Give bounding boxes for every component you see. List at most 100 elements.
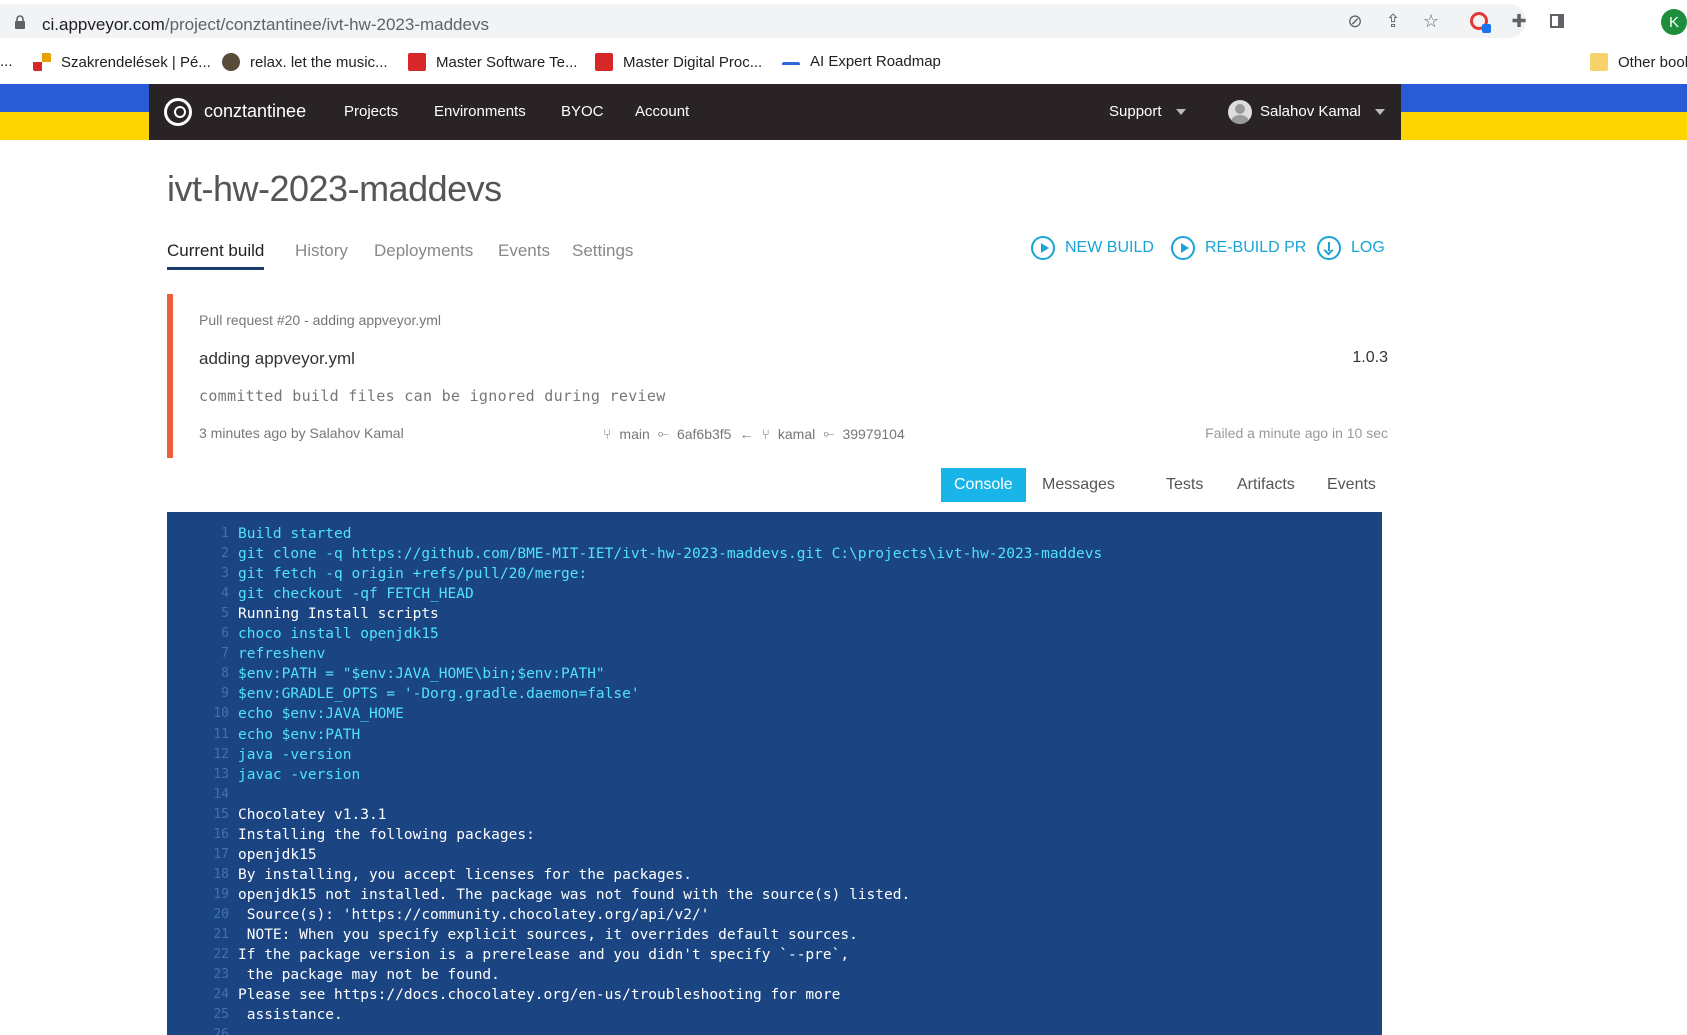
- bookmark-item[interactable]: AI Expert Roadmap: [782, 53, 941, 70]
- console-line: 26: [167, 1027, 1382, 1035]
- line-number[interactable]: 1: [167, 526, 229, 541]
- line-number[interactable]: 17: [167, 847, 229, 862]
- tab-artifacts[interactable]: Artifacts: [1224, 468, 1308, 502]
- line-number[interactable]: 16: [167, 827, 229, 842]
- play-circle-icon: [1171, 236, 1195, 260]
- base-commit[interactable]: 6af6b3f5: [677, 426, 732, 442]
- line-number[interactable]: 3: [167, 566, 229, 581]
- line-number[interactable]: 5: [167, 606, 229, 621]
- line-number[interactable]: 13: [167, 767, 229, 782]
- tab-deployments[interactable]: Deployments: [374, 241, 473, 261]
- other-bookmarks[interactable]: Other book: [1590, 53, 1687, 71]
- bookmark-item[interactable]: Master Digital Proc...: [595, 53, 762, 71]
- console-line: 7 refreshenv: [167, 646, 1382, 666]
- commit-description: committed build files can be ignored dur…: [199, 387, 666, 405]
- tab-messages[interactable]: Messages: [1029, 468, 1128, 502]
- sidepanel-icon[interactable]: [1546, 10, 1568, 32]
- line-number[interactable]: 6: [167, 626, 229, 641]
- line-number[interactable]: 8: [167, 666, 229, 681]
- line-text: Please see https://docs.chocolatey.org/e…: [238, 987, 841, 1004]
- line-number[interactable]: 9: [167, 686, 229, 701]
- arrow-left-icon: ←: [739, 425, 754, 442]
- eye-slash-icon[interactable]: ⊘: [1344, 10, 1366, 32]
- base-branch[interactable]: main: [619, 426, 649, 442]
- download-icon: [1317, 236, 1341, 260]
- folder-icon: [1590, 53, 1608, 71]
- new-build-button[interactable]: NEW BUILD: [1031, 236, 1154, 260]
- user-menu[interactable]: Salahov Kamal: [1260, 103, 1385, 120]
- tab-current-build[interactable]: Current build: [167, 241, 265, 270]
- user-avatar[interactable]: [1228, 100, 1252, 124]
- line-text: git clone -q https://github.com/BME-MIT-…: [238, 546, 1103, 563]
- line-text: $env:GRADLE_OPTS = '-Dorg.gradle.daemon=…: [238, 686, 640, 703]
- build-version: 1.0.3: [1352, 349, 1388, 366]
- star-icon[interactable]: ☆: [1420, 10, 1442, 32]
- line-number[interactable]: 21: [167, 927, 229, 942]
- appveyor-logo-icon[interactable]: [164, 98, 192, 126]
- console-line: 10 echo $env:JAVA_HOME: [167, 706, 1382, 726]
- console-line: 8 $env:PATH = "$env:JAVA_HOME\bin;$env:PA…: [167, 666, 1382, 686]
- line-number[interactable]: 19: [167, 887, 229, 902]
- play-circle-icon: [1031, 236, 1055, 260]
- line-number[interactable]: 11: [167, 727, 229, 742]
- console-line: 9 $env:GRADLE_OPTS = '-Dorg.gradle.daemon…: [167, 686, 1382, 706]
- tab-console-events[interactable]: Events: [1314, 468, 1389, 502]
- line-number[interactable]: 2: [167, 546, 229, 561]
- puzzle-icon[interactable]: ✚: [1508, 10, 1530, 32]
- head-branch[interactable]: kamal: [778, 426, 815, 442]
- nav-projects[interactable]: Projects: [344, 103, 398, 120]
- build-author: 3 minutes ago by Salahov Kamal: [199, 425, 404, 441]
- line-text: $env:PATH = "$env:JAVA_HOME\bin;$env:PAT…: [238, 666, 605, 683]
- line-text: git checkout -qf FETCH_HEAD: [238, 586, 474, 603]
- line-text: git fetch -q origin +refs/pull/20/merge:: [238, 566, 588, 583]
- account-name[interactable]: conztantinee: [204, 101, 306, 122]
- branch-info: ⑂ main ⟜ 6af6b3f5 ← ⑂ kamal ⟜ 39979104: [603, 425, 913, 442]
- line-number[interactable]: 20: [167, 907, 229, 922]
- tab-console[interactable]: Console: [941, 468, 1026, 502]
- line-number[interactable]: 4: [167, 586, 229, 601]
- tab-history[interactable]: History: [295, 241, 348, 261]
- line-text: Installing the following packages:: [238, 826, 535, 843]
- line-text: refreshenv: [238, 646, 326, 663]
- line-number[interactable]: 18: [167, 867, 229, 882]
- nav-account[interactable]: Account: [635, 103, 689, 120]
- build-console[interactable]: 1 Build started 2 git clone -q https://gith…: [167, 512, 1382, 1035]
- url-field[interactable]: ci.appveyor.com/project/conztantinee/ivt…: [0, 4, 1526, 38]
- support-menu[interactable]: Support: [1109, 103, 1186, 120]
- line-number[interactable]: 14: [167, 787, 229, 802]
- pull-request-label[interactable]: Pull request #20 - adding appveyor.yml: [199, 312, 441, 328]
- bookmark-item[interactable]: Szakrendelések | Pé...: [33, 53, 211, 71]
- console-line: 5 Running Install scripts: [167, 606, 1382, 626]
- chevron-down-icon: [1374, 109, 1385, 116]
- profile-avatar[interactable]: K: [1661, 9, 1687, 35]
- lock-icon: [15, 15, 25, 29]
- console-line: 2 git clone -q https://github.com/BME-MIT…: [167, 546, 1382, 566]
- line-number[interactable]: 15: [167, 807, 229, 822]
- line-number[interactable]: 10: [167, 706, 229, 721]
- line-number[interactable]: 12: [167, 747, 229, 762]
- tab-settings[interactable]: Settings: [572, 241, 633, 261]
- line-number[interactable]: 7: [167, 646, 229, 661]
- console-line: 17 openjdk15: [167, 847, 1382, 867]
- extension-badge-icon[interactable]: [1468, 10, 1491, 33]
- tab-tests[interactable]: Tests: [1153, 468, 1216, 502]
- head-commit[interactable]: 39979104: [842, 426, 904, 442]
- line-number[interactable]: 26: [167, 1027, 229, 1035]
- commit-icon: ⟜: [823, 425, 835, 441]
- rebuild-pr-button[interactable]: RE-BUILD PR: [1171, 236, 1306, 260]
- line-number[interactable]: 22: [167, 947, 229, 962]
- line-number[interactable]: 24: [167, 987, 229, 1002]
- tab-events[interactable]: Events: [498, 241, 550, 261]
- bookmark-overflow[interactable]: ...: [0, 53, 13, 70]
- nav-environments[interactable]: Environments: [434, 103, 526, 120]
- console-line: 21 NOTE: When you specify explicit sourc…: [167, 927, 1382, 947]
- share-icon[interactable]: ⇪: [1382, 10, 1404, 32]
- line-number[interactable]: 23: [167, 967, 229, 982]
- console-line: 1 Build started: [167, 526, 1382, 546]
- log-button[interactable]: LOG: [1317, 236, 1385, 260]
- line-number[interactable]: 25: [167, 1007, 229, 1022]
- bookmark-item[interactable]: Master Software Te...: [408, 53, 577, 71]
- bookmark-item[interactable]: relax. let the music...: [222, 53, 388, 71]
- console-line: 15 Chocolatey v1.3.1: [167, 807, 1382, 827]
- nav-byoc[interactable]: BYOC: [561, 103, 604, 120]
